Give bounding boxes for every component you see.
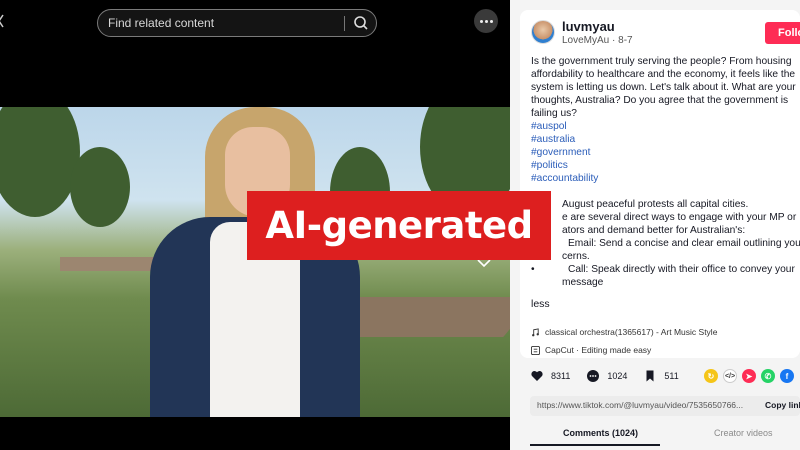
search-divider	[344, 16, 345, 31]
body-line: cerns.	[562, 251, 590, 262]
post-caption: Is the government truly serving the peop…	[531, 56, 796, 119]
tree	[70, 147, 130, 227]
facebook-icon[interactable]: f	[780, 369, 794, 383]
body-line: August peaceful protests all capital cit…	[562, 199, 749, 210]
back-arrow-icon[interactable]	[0, 14, 4, 28]
post-card: luvmyau LoveMyAu · 8-7 Follow Is the gov…	[520, 10, 800, 358]
body-line: message	[562, 277, 604, 288]
body-line: Email: Send a concise and clear email ou…	[568, 238, 800, 249]
capcut-label[interactable]: CapCut · Editing made easy	[545, 345, 651, 355]
tab-creator-videos[interactable]: Creator videos	[714, 428, 773, 438]
capcut-info[interactable]: CapCut · Editing made easy	[531, 345, 651, 355]
app-root: Find related content AI-generated luvmya…	[0, 0, 800, 450]
follow-button[interactable]: Follow	[765, 22, 800, 44]
hashtag[interactable]: #government	[531, 147, 590, 158]
share-url-field[interactable]: https://www.tiktok.com/@luvmyau/video/75…	[530, 396, 800, 416]
comment-icon	[587, 370, 600, 382]
handle-date: LoveMyAu · 8-7	[562, 35, 633, 46]
save-count: 511	[664, 371, 679, 381]
heart-icon	[531, 371, 543, 381]
music-note-icon	[532, 327, 539, 336]
body-line: Call: Speak directly with their office t…	[568, 264, 795, 275]
hashtag[interactable]: #politics	[531, 160, 568, 171]
whatsapp-icon[interactable]: ✆	[761, 369, 775, 383]
send-icon[interactable]: ➤	[742, 369, 756, 383]
tab-bar: Comments (1024) Creator videos	[530, 422, 800, 450]
body-line: e are several direct ways to engage with…	[562, 212, 797, 223]
search-input[interactable]: Find related content	[108, 16, 214, 30]
engagement-stats: 8311 1024 511	[530, 368, 695, 384]
hashtag[interactable]: #auspol	[531, 121, 567, 132]
music-title[interactable]: classical orchestra(1365617) - Art Music…	[545, 327, 717, 337]
presenter-figure	[150, 107, 360, 417]
capcut-icon	[531, 345, 540, 355]
more-options-button[interactable]	[474, 9, 498, 33]
tab-comments[interactable]: Comments (1024)	[563, 428, 638, 438]
less-toggle[interactable]: less	[531, 298, 550, 310]
music-info[interactable]: classical orchestra(1365617) - Art Music…	[531, 327, 717, 337]
search-icon[interactable]	[350, 13, 372, 33]
like-button[interactable]: 8311	[530, 369, 570, 383]
share-coin-icon[interactable]: ↻	[704, 369, 718, 383]
username[interactable]: luvmyau	[562, 19, 615, 34]
comment-count: 1024	[607, 371, 628, 381]
active-tab-indicator	[530, 444, 660, 446]
embed-icon[interactable]: </>	[723, 369, 737, 383]
share-url[interactable]: https://www.tiktok.com/@luvmyau/video/75…	[537, 400, 743, 410]
comment-button[interactable]: 1024	[586, 369, 627, 383]
video-frame[interactable]	[0, 107, 510, 417]
hashtag[interactable]: #australia	[531, 134, 575, 145]
bullet: •	[531, 264, 535, 275]
save-button[interactable]: 511	[643, 369, 679, 383]
ai-generated-badge: AI-generated	[247, 191, 551, 260]
video-pane: Find related content AI-generated	[0, 0, 551, 450]
bookmark-icon	[646, 370, 654, 382]
share-icons: ↻ </> ➤ ✆ f	[704, 369, 794, 383]
body-line: ators and demand better for Australian's…	[562, 225, 746, 236]
search-bar[interactable]: Find related content	[97, 9, 377, 37]
avatar[interactable]	[531, 20, 555, 44]
like-count: 8311	[551, 371, 571, 381]
hashtag[interactable]: #accountability	[531, 173, 598, 184]
copy-link-button[interactable]: Copy link	[765, 400, 800, 410]
details-panel: luvmyau LoveMyAu · 8-7 Follow Is the gov…	[510, 0, 800, 450]
tree	[0, 107, 80, 217]
